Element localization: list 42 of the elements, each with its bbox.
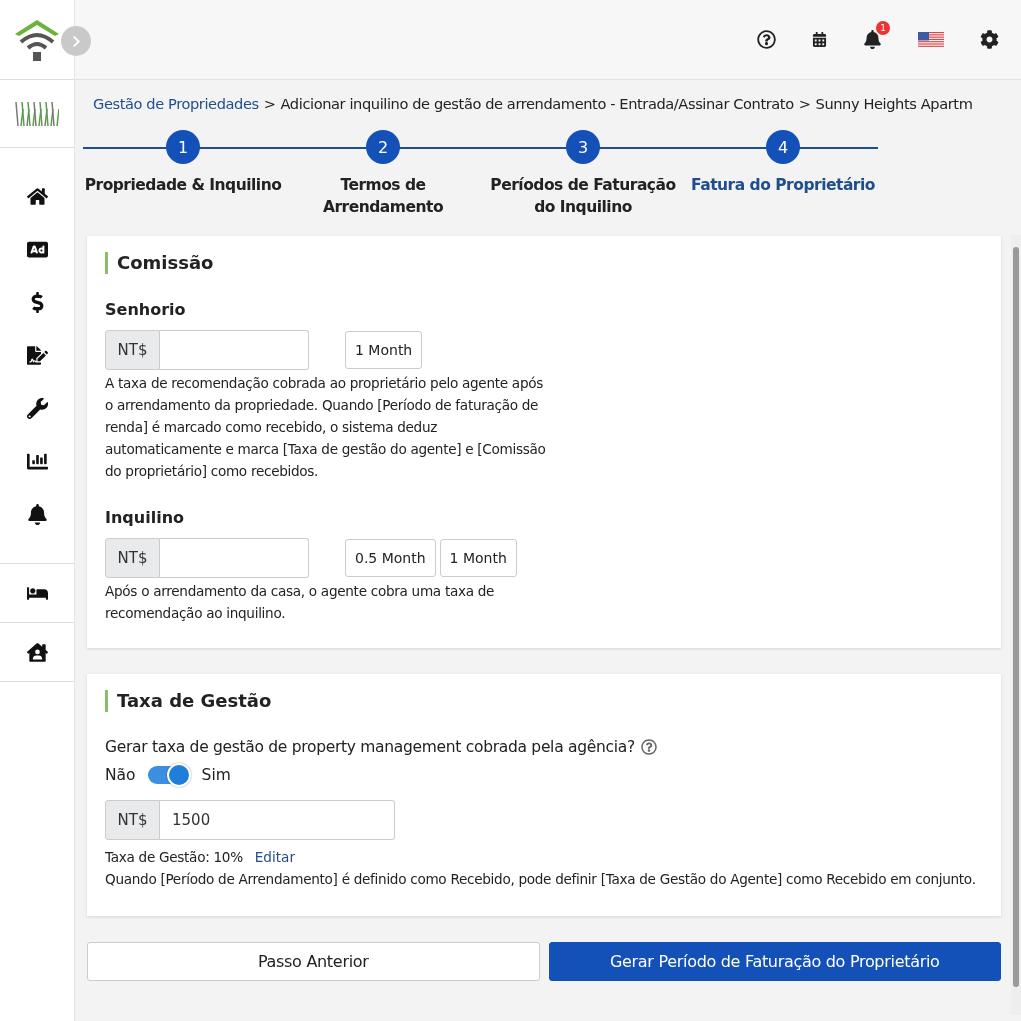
amount-field[interactable] <box>160 538 309 578</box>
currency-prefix: NT$ <box>105 800 160 840</box>
notification-count: 1 <box>876 21 890 35</box>
month-button[interactable]: 0.5 Month <box>345 539 436 577</box>
primary-button[interactable]: Gerar Período de Faturação do Proprietário <box>548 942 1001 981</box>
currency-prefix: NT$ <box>105 538 160 578</box>
step-label[interactable]: Termos de Arrendamento <box>283 174 483 218</box>
question-text: Gerar taxa de gestão de property management cobrada pela agência? <box>105 738 635 756</box>
step-number[interactable]: 4 <box>766 130 800 164</box>
currency-prefix: NT$ <box>105 330 160 370</box>
month-button[interactable]: 1 Month <box>439 539 517 577</box>
step-label[interactable]: Propriedade & Inquilino <box>84 174 282 196</box>
step-label[interactable]: Períodos de Faturação do Inquilino <box>483 174 683 218</box>
fee-rate-text: Taxa de Gestão: 10% <box>105 848 243 867</box>
breadcrumb-separator: > <box>798 94 811 112</box>
amount-field[interactable]: 1500 <box>160 800 395 840</box>
help-text: Quando [Período de Arrendamento] é definido como Recebido, pode definir [Taxa de Gestão do Agente] como Recebido em conjunto. <box>105 870 977 889</box>
group-label: Senhorio <box>105 300 187 319</box>
breadcrumb-link[interactable]: Gestão de Propriedades <box>93 94 259 112</box>
toggle-switch[interactable] <box>147 766 190 784</box>
group-label: Inquilino <box>105 508 186 527</box>
help-text: Após o arrendamento da casa, o agente cobra uma taxa de recomendação ao inquilino. <box>105 582 496 623</box>
step-number[interactable]: 1 <box>166 130 200 164</box>
house-wifi-logo <box>13 17 61 62</box>
breadcrumb-separator: > <box>263 94 276 112</box>
month-button[interactable]: 1 Month <box>345 331 423 369</box>
back-button[interactable]: Passo Anterior <box>87 942 540 981</box>
step-label[interactable]: Fatura do Proprietário <box>691 174 875 196</box>
section-title: Comissão <box>105 252 983 274</box>
breadcrumb-text: Sunny Heights Apartm <box>815 94 973 112</box>
amount-field[interactable] <box>160 330 309 370</box>
step-number[interactable]: 3 <box>566 130 600 164</box>
toggle-off-label: Não <box>105 766 136 784</box>
notification-bell-icon[interactable] <box>863 30 882 49</box>
edit-link[interactable]: Editar <box>254 846 295 868</box>
breadcrumb-text: Adicionar inquilino de gestão de arrendamento - Entrada/Assinar Contrato <box>280 94 794 112</box>
toggle-on-label: Sim <box>201 766 231 784</box>
step-number[interactable]: 2 <box>366 130 400 164</box>
scrollbar[interactable] <box>1011 235 1021 1015</box>
help-text: A taxa de recomendação cobrada ao proprietário pelo agente após o arrendamento da propriedade. Quando [Período de faturação de renda] é marcado como recebido, o sistema deduz automaticamente e marca [Taxa de gestão do agente] e [Comissão do proprietário] como recebidos. <box>105 374 547 481</box>
flag-icon[interactable] <box>918 31 944 48</box>
section-title: Taxa de Gestão <box>105 690 983 712</box>
